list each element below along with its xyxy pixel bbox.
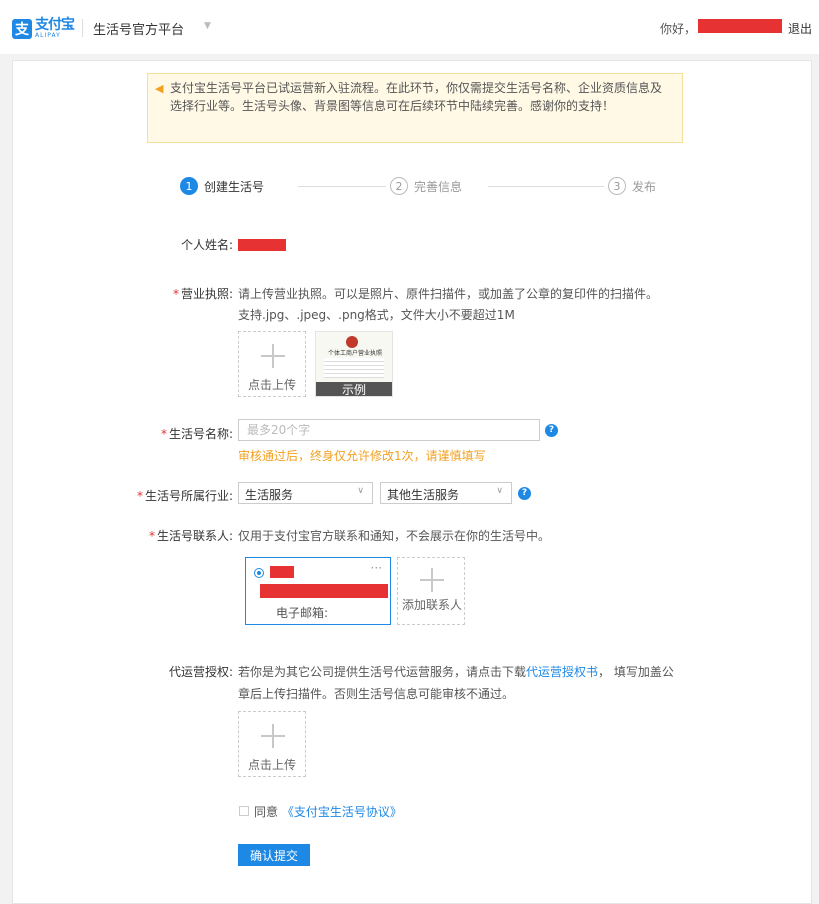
upload-label: 点击上传 bbox=[247, 758, 296, 772]
chevron-down-icon: ∨ bbox=[496, 486, 503, 496]
industry-primary-select[interactable]: 生活服务 ∨ bbox=[238, 482, 373, 504]
license-label: * 营业执照: bbox=[173, 285, 233, 302]
alipay-logo-icon: 支 bbox=[12, 18, 32, 39]
agency-desc-before: 若你是为其它公司提供生活号代运营服务，请点击下载 bbox=[238, 665, 527, 679]
contact-label-text: 生活号联系人: bbox=[156, 529, 233, 543]
example-document-lines bbox=[324, 358, 384, 378]
agency-label: 代运营授权: bbox=[168, 665, 233, 679]
agreement-text: 同意 《支付宝生活号协议》 bbox=[254, 803, 402, 820]
add-contact-button[interactable]: 添加联系人 bbox=[397, 557, 465, 625]
logo-text-en: ALIPAY bbox=[35, 32, 61, 39]
topbar-divider bbox=[82, 19, 83, 37]
license-format-hint: 支持.jpg、.jpeg、.png格式，文件大小不要超过1M bbox=[238, 308, 515, 322]
alipay-logo[interactable]: 支 支付宝 ALIPAY bbox=[12, 17, 75, 39]
example-heading: 个体工商户营业执照 bbox=[327, 350, 382, 357]
step-connector bbox=[488, 186, 604, 187]
step-number: 2 bbox=[390, 177, 408, 195]
step-3: 3 发布 bbox=[608, 177, 656, 195]
license-example-thumbnail[interactable]: 个体工商户营业执照 示例 bbox=[315, 331, 393, 397]
notice-text: 支付宝生活号平台已试运营新入驻流程。在此环节，你仅需提交生活号名称、企业资质信息… bbox=[170, 81, 663, 113]
contact-info-redacted bbox=[260, 584, 388, 598]
step-2: 2 完善信息 bbox=[390, 177, 462, 195]
step-number: 3 bbox=[608, 177, 626, 195]
agreement-prefix: 同意 bbox=[254, 805, 279, 819]
required-mark: * bbox=[172, 287, 179, 301]
step-label: 完善信息 bbox=[414, 179, 463, 194]
step-1: 1 创建生活号 bbox=[180, 177, 264, 195]
industry-label: * 生活号所属行业: bbox=[137, 487, 233, 504]
industry-label-text: 生活号所属行业: bbox=[144, 489, 233, 503]
greeting-text: 你好， bbox=[660, 22, 697, 36]
help-icon[interactable]: ? bbox=[518, 487, 531, 500]
username-redacted bbox=[698, 19, 782, 33]
add-contact-label: 添加联系人 bbox=[402, 598, 463, 612]
contact-label: * 生活号联系人: bbox=[149, 527, 233, 544]
plus-icon bbox=[261, 344, 285, 368]
required-mark: * bbox=[148, 529, 155, 543]
notice-banner: ◀ 支付宝生活号平台已试运营新入驻流程。在此环节，你仅需提交生活号名称、企业资质… bbox=[147, 73, 683, 143]
industry-secondary-value: 其他生活服务 bbox=[387, 488, 460, 502]
agreement-checkbox[interactable] bbox=[239, 806, 249, 816]
upload-label: 点击上传 bbox=[247, 378, 296, 392]
top-bar: 支 支付宝 ALIPAY 生活号官方平台 ▼ 你好， 退出 bbox=[0, 0, 819, 54]
license-label-text: 营业执照: bbox=[180, 287, 233, 301]
contact-card[interactable]: ··· 电子邮箱: bbox=[245, 557, 391, 625]
step-connector bbox=[298, 186, 386, 187]
account-name-input[interactable] bbox=[238, 419, 540, 441]
platform-title[interactable]: 生活号官方平台 bbox=[93, 19, 184, 38]
account-name-warning: 审核通过后，终身仅允许修改1次，请谨慎填写 bbox=[238, 449, 486, 463]
main-card: ◀ 支付宝生活号平台已试运营新入驻流程。在此环节，你仅需提交生活号名称、企业资质… bbox=[12, 60, 812, 904]
step-number: 1 bbox=[180, 177, 198, 195]
contact-name-redacted bbox=[270, 566, 294, 578]
license-desc: 请上传营业执照。可以是照片、原件扫描件，或加盖了公章的复印件的扫描件。 bbox=[238, 287, 659, 301]
agency-desc: 若你是为其它公司提供生活号代运营服务，请点击下载代运营授权书， 填写加盖公 bbox=[238, 663, 674, 680]
plus-icon bbox=[261, 724, 285, 748]
industry-primary-value: 生活服务 bbox=[245, 488, 294, 502]
agency-doc-link[interactable]: 代运营授权书 bbox=[526, 665, 598, 679]
contact-desc: 仅用于支付宝官方联系和通知，不会展示在你的生活号中。 bbox=[238, 529, 551, 543]
step-progress: 1 创建生活号 2 完善信息 3 发布 bbox=[180, 177, 660, 201]
chevron-down-icon[interactable]: ▼ bbox=[204, 21, 211, 31]
example-label: 示例 bbox=[316, 382, 392, 396]
logout-link[interactable]: 退出 bbox=[788, 20, 812, 37]
contact-radio[interactable] bbox=[254, 568, 264, 578]
step-label: 创建生活号 bbox=[204, 179, 265, 194]
agency-desc-line2: 章后上传扫描件。否则生活号信息可能审核不通过。 bbox=[238, 687, 515, 701]
logo-text-cn: 支付宝 bbox=[35, 17, 75, 33]
contact-email-label: 电子邮箱: bbox=[276, 606, 329, 620]
industry-secondary-select[interactable]: 其他生活服务 ∨ bbox=[380, 482, 512, 504]
megaphone-icon: ◀ bbox=[155, 82, 164, 95]
help-icon[interactable]: ? bbox=[545, 424, 558, 437]
plus-icon bbox=[420, 568, 444, 592]
chevron-down-icon: ∨ bbox=[357, 486, 364, 496]
account-name-label-text: 生活号名称: bbox=[168, 427, 233, 441]
account-name-label: * 生活号名称: bbox=[161, 425, 233, 442]
license-upload-button[interactable]: 点击上传 bbox=[238, 331, 306, 397]
submit-button[interactable]: 确认提交 bbox=[238, 844, 310, 866]
required-mark: * bbox=[136, 489, 143, 503]
agency-desc-after: ， 填写加盖公 bbox=[598, 665, 674, 679]
agreement-link[interactable]: 《支付宝生活号协议》 bbox=[282, 805, 402, 819]
step-label: 发布 bbox=[632, 179, 657, 194]
seal-icon bbox=[346, 336, 358, 348]
personal-name-redacted bbox=[238, 239, 286, 251]
agency-upload-button[interactable]: 点击上传 bbox=[238, 711, 306, 777]
more-icon[interactable]: ··· bbox=[371, 561, 382, 575]
personal-name-label: 个人姓名: bbox=[180, 238, 233, 252]
required-mark: * bbox=[160, 427, 167, 441]
